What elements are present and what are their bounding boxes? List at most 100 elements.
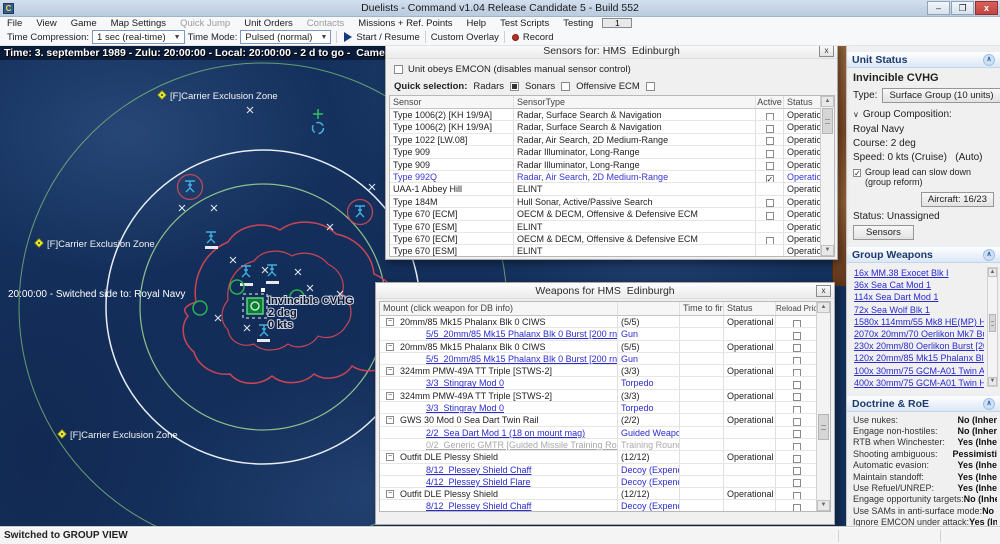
column-header-sensortype[interactable]: SensorType	[514, 96, 756, 108]
sensor-active-checkbox[interactable]	[766, 212, 774, 220]
column-header-time-to-fire[interactable]: Time to fire	[680, 302, 724, 315]
group-weapons-scrollbar[interactable]: ▲ ▼	[987, 267, 998, 387]
group-weapon-link[interactable]: 400x 30mm/75 GCM-A01 Twin HE Burst ...	[854, 377, 984, 389]
sensor-table-row[interactable]: Type 992QRadar, Air Search, 2D Medium-Ra…	[390, 171, 834, 183]
menu-view[interactable]: View	[29, 18, 63, 29]
group-weapon-link[interactable]: 1580x 114mm/55 Mk8 HE(MP) HE	[854, 316, 984, 328]
collapse-chevron-icon[interactable]: ∧	[983, 398, 995, 410]
selected-group-icon[interactable]	[243, 288, 267, 318]
time-mode-select[interactable]: Pulsed (normal) ▼	[240, 30, 331, 44]
group-slowdown-checkbox[interactable]	[853, 169, 861, 177]
scrollbar-thumb[interactable]	[989, 314, 996, 332]
time-compression-select[interactable]: 1 sec (real-time) ▼	[92, 30, 185, 44]
reload-priority-checkbox[interactable]	[793, 357, 801, 365]
helicopter-icon[interactable]	[355, 206, 365, 217]
reload-priority-checkbox[interactable]	[793, 369, 801, 377]
menu-game[interactable]: Game	[64, 18, 104, 29]
weapon-link[interactable]: 8/12 Plessey Shield Chaff	[426, 501, 531, 511]
sensor-active-checkbox[interactable]	[766, 125, 774, 133]
sensor-table-row[interactable]: Type 1006(2) [KH 19/9A]Radar, Surface Se…	[390, 109, 834, 121]
sensor-table-row[interactable]: Type 909Radar Illuminator, Long-RangeOpe…	[390, 159, 834, 171]
scroll-down-icon[interactable]: ▼	[817, 500, 830, 511]
weapon-link[interactable]: 4/12 Plessey Shield Flare	[426, 477, 531, 487]
weapon-table-row[interactable]: Outfit DLE Plessy Shield(12/12)Operation…	[380, 488, 830, 500]
group-weapon-link[interactable]: 16x MM.38 Exocet Blk I	[854, 267, 984, 279]
weapon-table-row[interactable]: 324mm PMW-49A TT Triple [STWS-2](3/3)Ope…	[380, 365, 830, 377]
helicopter-icon[interactable]	[206, 232, 216, 243]
sensor-active-checkbox[interactable]	[766, 175, 774, 183]
menu-testing[interactable]: Testing	[556, 18, 600, 29]
reference-point-x-icon[interactable]	[211, 205, 217, 211]
sensor-table-row[interactable]: Type 1006(2) [KH 19/9A]Radar, Surface Se…	[390, 121, 834, 133]
helicopter-icon[interactable]	[267, 265, 277, 276]
weapon-table-row[interactable]: 5/5 20mm/85 Mk15 Phalanx Blk 0 Burst [20…	[380, 353, 830, 365]
collapse-expander-icon[interactable]	[386, 367, 394, 375]
column-header-reload-priority[interactable]: Reload Priority	[776, 302, 818, 315]
weapon-link[interactable]: 5/5 20mm/85 Mk15 Phalanx Blk 0 Burst [20…	[426, 329, 618, 339]
surface-ship-icon[interactable]	[230, 280, 244, 294]
reload-priority-checkbox[interactable]	[793, 344, 801, 352]
weapon-table-row[interactable]: 5/5 20mm/85 Mk15 Phalanx Blk 0 Burst [20…	[380, 328, 830, 340]
group-weapons-header[interactable]: Group Weapons ∧	[847, 246, 1000, 263]
radars-checkbox[interactable]	[510, 82, 519, 91]
sensor-table-row[interactable]: Type 184MHull Sonar, Active/Passive Sear…	[390, 196, 834, 208]
weapon-table-row[interactable]: 0/2 Generic GMTR [Guided Missile Trainin…	[380, 439, 830, 451]
reload-priority-checkbox[interactable]	[793, 418, 801, 426]
sensor-table-row[interactable]: Type 909Radar Illuminator, Long-RangeOpe…	[390, 146, 834, 158]
group-weapon-link[interactable]: 72x Sea Wolf Blk 1	[854, 304, 984, 316]
scrollbar-thumb[interactable]	[822, 108, 833, 134]
reload-priority-checkbox[interactable]	[793, 406, 801, 414]
reference-point-x-icon[interactable]	[230, 257, 236, 263]
reference-point-x-icon[interactable]	[262, 267, 268, 273]
sonars-checkbox[interactable]	[561, 82, 570, 91]
weapon-table-row[interactable]: Outfit DLE Plessy Shield(12/12)Operation…	[380, 451, 830, 463]
reload-priority-checkbox[interactable]	[793, 320, 801, 328]
collapse-expander-icon[interactable]	[386, 343, 394, 351]
reload-priority-checkbox[interactable]	[793, 479, 801, 487]
unit-status-header[interactable]: Unit Status ∧	[847, 51, 1000, 68]
sensors-button[interactable]: Sensors	[853, 225, 914, 240]
sensor-active-checkbox[interactable]	[766, 137, 774, 145]
menu-unit-orders[interactable]: Unit Orders	[237, 18, 300, 29]
datum-icon[interactable]	[313, 109, 324, 134]
menu-help[interactable]: Help	[460, 18, 494, 29]
menu-missions-ref-points[interactable]: Missions + Ref. Points	[351, 18, 459, 29]
weapon-table-row[interactable]: 8/12 Plessey Shield ChaffDecoy (Expenda.…	[380, 464, 830, 476]
collapse-chevron-icon[interactable]: ∧	[983, 54, 995, 66]
column-header-sensor[interactable]: Sensor	[390, 96, 514, 108]
scrollbar-thumb[interactable]	[818, 414, 829, 440]
reference-point-diamond-icon[interactable]	[34, 238, 43, 247]
sensor-active-checkbox[interactable]	[766, 150, 774, 158]
group-weapon-link[interactable]: 2070x 20mm/70 Oerlikon Mk7 Burst [20 ...	[854, 328, 984, 340]
reload-priority-checkbox[interactable]	[793, 332, 801, 340]
sensor-active-checkbox[interactable]	[766, 162, 774, 170]
reference-point-x-icon[interactable]	[369, 184, 375, 190]
helicopter-icon[interactable]	[185, 181, 195, 192]
close-icon[interactable]: x	[819, 45, 834, 57]
scroll-down-icon[interactable]: ▼	[821, 245, 834, 256]
reload-priority-checkbox[interactable]	[793, 393, 801, 401]
close-button[interactable]: x	[975, 1, 998, 15]
sensor-table-row[interactable]: Type 670 [ECM]OECM & DECM, Offensive & D…	[390, 233, 834, 245]
scroll-up-icon[interactable]: ▲	[988, 268, 997, 277]
weapon-table-row[interactable]: 3/3 Stingray Mod 0Torpedo	[380, 402, 830, 414]
sensor-table-row[interactable]: UAA-1 Abbey HillELINTOperational	[390, 183, 834, 195]
group-weapon-link[interactable]: 120x 20mm/85 Mk15 Phalanx Blk 0 Burst...	[854, 352, 984, 364]
weapon-table-row[interactable]: 4/12 Plessey Shield FlareDecoy (Expenda.…	[380, 476, 830, 488]
doctrine-roe-header[interactable]: Doctrine & RoE ∧	[847, 395, 1000, 412]
collapse-expander-icon[interactable]	[386, 453, 394, 461]
weapon-table-row[interactable]: 20mm/85 Mk15 Phalanx Blk 0 CIWS(5/5)Oper…	[380, 316, 830, 328]
offensive-ecm-checkbox[interactable]	[646, 82, 655, 91]
collapse-expander-icon[interactable]	[386, 416, 394, 424]
sensor-active-checkbox[interactable]	[766, 199, 774, 207]
reload-priority-checkbox[interactable]	[793, 430, 801, 438]
start-resume-button[interactable]: Start / Resume	[356, 32, 419, 43]
reload-priority-checkbox[interactable]	[793, 381, 801, 389]
custom-overlay-button[interactable]: Custom Overlay	[431, 32, 499, 43]
reload-priority-checkbox[interactable]	[793, 443, 801, 451]
collapse-expander-icon[interactable]	[386, 318, 394, 326]
record-button[interactable]: Record	[523, 32, 554, 43]
group-weapon-link[interactable]: 114x Sea Dart Mod 1	[854, 291, 984, 303]
weapon-table-row[interactable]: 8/12 Plessey Shield ChaffDecoy (Expenda.…	[380, 500, 830, 512]
sensor-active-checkbox[interactable]	[766, 237, 774, 245]
